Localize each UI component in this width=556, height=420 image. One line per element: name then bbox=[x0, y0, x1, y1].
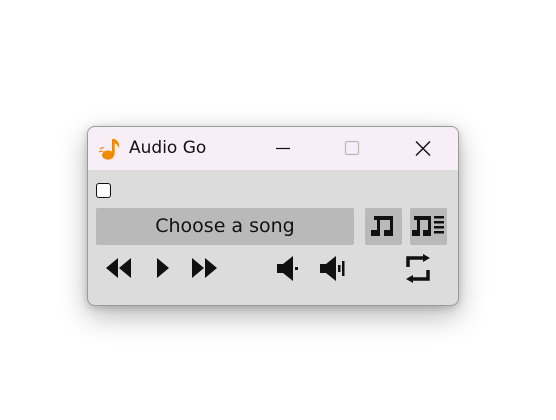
volume-down-icon bbox=[277, 256, 298, 281]
playlist-button[interactable] bbox=[410, 208, 447, 245]
maximize-icon bbox=[344, 140, 360, 156]
close-button[interactable] bbox=[400, 127, 446, 170]
minimize-icon bbox=[276, 147, 290, 150]
repeat-button[interactable] bbox=[401, 253, 435, 285]
close-icon bbox=[415, 141, 431, 156]
fast-forward-button[interactable] bbox=[188, 253, 222, 285]
minimize-button[interactable] bbox=[260, 127, 306, 170]
volume-down-button[interactable] bbox=[274, 253, 304, 285]
repeat-icon bbox=[406, 254, 430, 283]
maximize-button bbox=[329, 127, 375, 170]
play-button[interactable] bbox=[152, 253, 174, 285]
title-bar[interactable]: Audio Go bbox=[88, 127, 458, 170]
volume-up-icon bbox=[320, 256, 345, 281]
audio-go-window: Audio Go Choose a song bbox=[87, 126, 459, 306]
checkbox[interactable] bbox=[96, 183, 111, 198]
rewind-icon bbox=[106, 258, 131, 278]
music-note-icon bbox=[98, 139, 120, 160]
volume-up-button[interactable] bbox=[317, 253, 351, 285]
note-button[interactable] bbox=[365, 208, 402, 245]
play-icon bbox=[157, 258, 169, 278]
window-title: Audio Go bbox=[129, 138, 207, 158]
music-note-icon bbox=[371, 216, 393, 236]
rewind-button[interactable] bbox=[102, 253, 136, 285]
choose-song-button[interactable]: Choose a song bbox=[96, 208, 354, 245]
playlist-icon bbox=[412, 216, 444, 236]
fast-forward-icon bbox=[192, 258, 217, 278]
